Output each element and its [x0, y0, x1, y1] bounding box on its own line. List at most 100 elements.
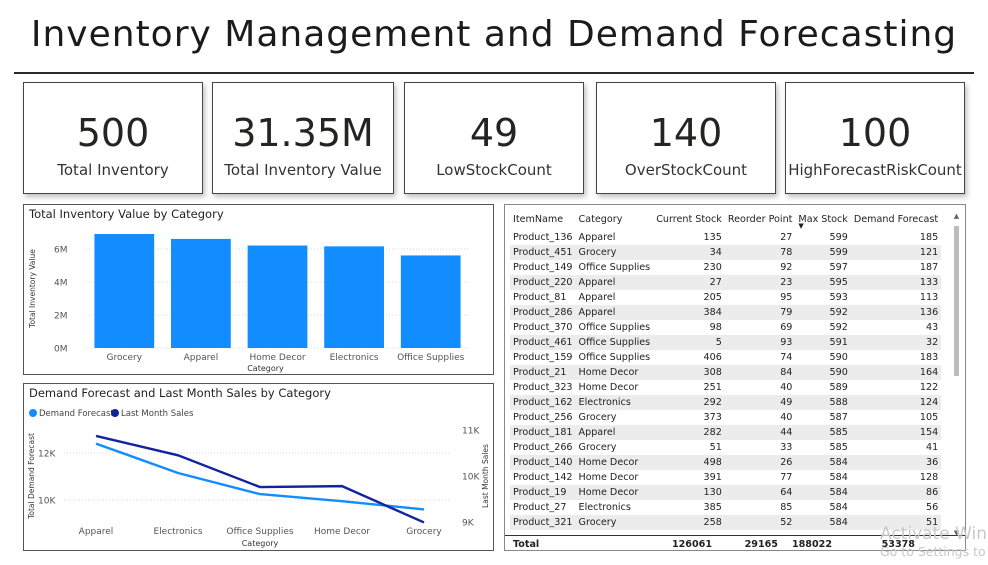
- totals-reorder-point: 29165: [744, 539, 778, 550]
- table-row[interactable]: Product_81 Apparel 205 95 593 113: [510, 290, 941, 305]
- table-row[interactable]: Product_27 Electronics 385 85 584 56: [510, 500, 941, 515]
- kpi-card-total-inventory-value[interactable]: 31.35M Total Inventory Value: [212, 82, 394, 194]
- cell-category: Apparel: [578, 292, 616, 303]
- y-tick-label: 4M: [54, 278, 68, 288]
- legend-marker-last-month-sales: [111, 409, 119, 417]
- cell-current-stock: 498: [653, 455, 725, 470]
- x-tick-label: Apparel: [79, 527, 114, 537]
- table-row[interactable]: Product_370 Office Supplies 98 69 592 43: [510, 320, 941, 335]
- column-header-max-stock[interactable]: Max Stock ▼: [795, 208, 850, 231]
- cell-item-name: Product_27: [513, 502, 567, 513]
- cell-current-stock: 385: [703, 502, 722, 513]
- column-header-reorder-point[interactable]: Reorder Point: [725, 208, 796, 230]
- table-row[interactable]: Product_256 Grocery 373 40 587 105: [510, 410, 941, 425]
- cell-item-name: Product_149: [513, 262, 573, 273]
- cell-current-stock: 135: [703, 232, 722, 243]
- cell-reorder-point: 40: [780, 382, 793, 393]
- kpi-value: 49: [469, 111, 519, 155]
- cell-demand-forecast: 124: [850, 395, 942, 410]
- cell-category: Office Supplies: [575, 335, 654, 350]
- watermark-line2: Go to Settings to activate Windows.: [880, 544, 988, 559]
- cell-max-stock: 591: [795, 335, 851, 350]
- y-right-tick-label: 9K: [462, 519, 475, 529]
- cell-demand-forecast: 122: [919, 382, 939, 393]
- table-row[interactable]: Product_451 Grocery 34 78 599 121: [510, 245, 942, 260]
- x-axis-title: Category: [242, 539, 279, 548]
- table-scrollbar[interactable]: ▲ ▼: [952, 212, 961, 538]
- y-tick-label: 0M: [54, 345, 68, 355]
- cell-item-name: Product_461: [510, 335, 576, 350]
- column-header-item-name[interactable]: ItemName: [510, 208, 576, 230]
- x-axis-title: Category: [247, 364, 284, 373]
- table-row[interactable]: Product_181 Apparel 282 44 585 154: [510, 425, 942, 440]
- y-right-axis-title: Last Month Sales: [481, 444, 490, 508]
- cell-reorder-point: 93: [724, 335, 796, 350]
- cell-reorder-point: 69: [780, 322, 793, 333]
- cell-current-stock: 292: [653, 395, 725, 410]
- cell-item-name: Product_19: [510, 485, 576, 500]
- cell-max-stock: 587: [829, 412, 848, 423]
- title-divider: [14, 72, 974, 74]
- inventory-table-panel[interactable]: ItemName Category Current Stock Reorder …: [504, 204, 966, 551]
- table-row[interactable]: Product_19 Home Decor 130 64 584 86: [510, 485, 942, 500]
- table-row[interactable]: Product_142 Home Decor 391 77 584 128: [510, 470, 941, 485]
- cell-category: Grocery: [578, 442, 617, 453]
- table-row[interactable]: Product_220 Apparel 27 23 595 133: [510, 275, 942, 290]
- kpi-card-over-stock-count[interactable]: 140 OverStockCount: [596, 82, 776, 194]
- column-header-category[interactable]: Category: [576, 208, 654, 230]
- cell-item-name: Product_181: [510, 425, 576, 440]
- cell-reorder-point: 40: [780, 412, 793, 423]
- table-row[interactable]: Product_266 Grocery 51 33 585 41: [510, 440, 941, 455]
- column-header-demand-forecast[interactable]: Demand Forecast: [851, 208, 941, 230]
- cell-current-stock: 391: [703, 472, 722, 483]
- x-tick-label: Home Decor: [314, 527, 370, 537]
- cell-reorder-point: 79: [724, 305, 796, 320]
- table-row[interactable]: Product_286 Apparel 384 79 592 136: [510, 305, 942, 320]
- table-row[interactable]: Product_21 Home Decor 308 84 590 164: [510, 365, 942, 380]
- kpi-card-high-forecast-risk-count[interactable]: 100 HighForecastRiskCount: [785, 82, 965, 194]
- scrollbar-thumb[interactable]: [954, 226, 959, 376]
- column-header-current-stock[interactable]: Current Stock: [653, 208, 725, 230]
- table-row[interactable]: Product_323 Home Decor 251 40 589 122: [510, 380, 941, 395]
- kpi-card-low-stock-count[interactable]: 49 LowStockCount: [404, 82, 584, 194]
- bar-chart-panel[interactable]: Total Inventory Value by Category 0M 2M 4M…: [23, 204, 494, 375]
- y-left-tick-label: 12K: [38, 450, 56, 460]
- table-row[interactable]: Product_162 Electronics 292 49 588 124: [510, 395, 942, 410]
- table-row[interactable]: Product_321 Grocery 258 52 584 51: [510, 515, 942, 530]
- table-row[interactable]: Product_136 Apparel 135 27 599 185: [510, 230, 941, 245]
- cell-current-stock: 406: [703, 352, 722, 363]
- cell-category: Grocery: [575, 245, 654, 260]
- table-row[interactable]: Product_140 Home Decor 498 26 584 36: [510, 455, 942, 470]
- cell-category: Apparel: [575, 425, 654, 440]
- cell-current-stock: 5: [653, 335, 725, 350]
- table-row[interactable]: Product_159 Office Supplies 406 74 590 183: [510, 350, 941, 365]
- cell-current-stock: 258: [653, 515, 725, 530]
- line-chart-panel[interactable]: Demand Forecast and Last Month Sales by …: [23, 383, 494, 551]
- bar-home-decor: [247, 245, 308, 348]
- cell-current-stock: 230: [703, 262, 722, 273]
- cell-max-stock: 584: [795, 455, 851, 470]
- cell-demand-forecast: 185: [919, 232, 939, 243]
- kpi-card-total-inventory[interactable]: 500 Total Inventory: [23, 82, 203, 194]
- cell-demand-forecast: 36: [850, 455, 942, 470]
- cell-current-stock: 205: [703, 292, 722, 303]
- watermark-line1: Activate Windows: [880, 524, 988, 544]
- scroll-up-icon[interactable]: ▲: [952, 212, 961, 221]
- cell-reorder-point: 44: [724, 425, 796, 440]
- y-left-axis-title: Total Demand Forecast: [27, 433, 36, 520]
- cell-demand-forecast: 41: [925, 442, 939, 453]
- kpi-label: Total Inventory Value: [224, 161, 382, 179]
- cell-item-name: Product_21: [510, 365, 576, 380]
- kpi-label: HighForecastRiskCount: [788, 161, 962, 179]
- cell-current-stock: 384: [653, 305, 725, 320]
- cell-item-name: Product_266: [513, 442, 573, 453]
- cell-reorder-point: 52: [724, 515, 796, 530]
- kpi-value: 31.35M: [232, 111, 374, 155]
- table-row[interactable]: Product_461 Office Supplies 5 93 591 32: [510, 335, 942, 350]
- cell-item-name: Product_370: [513, 322, 573, 333]
- cell-item-name: Product_140: [510, 455, 576, 470]
- cell-reorder-point: 23: [724, 275, 796, 290]
- table-row[interactable]: Product_149 Office Supplies 230 92 597 187: [510, 260, 941, 275]
- cell-category: Apparel: [578, 232, 616, 243]
- cell-demand-forecast: 113: [919, 292, 939, 303]
